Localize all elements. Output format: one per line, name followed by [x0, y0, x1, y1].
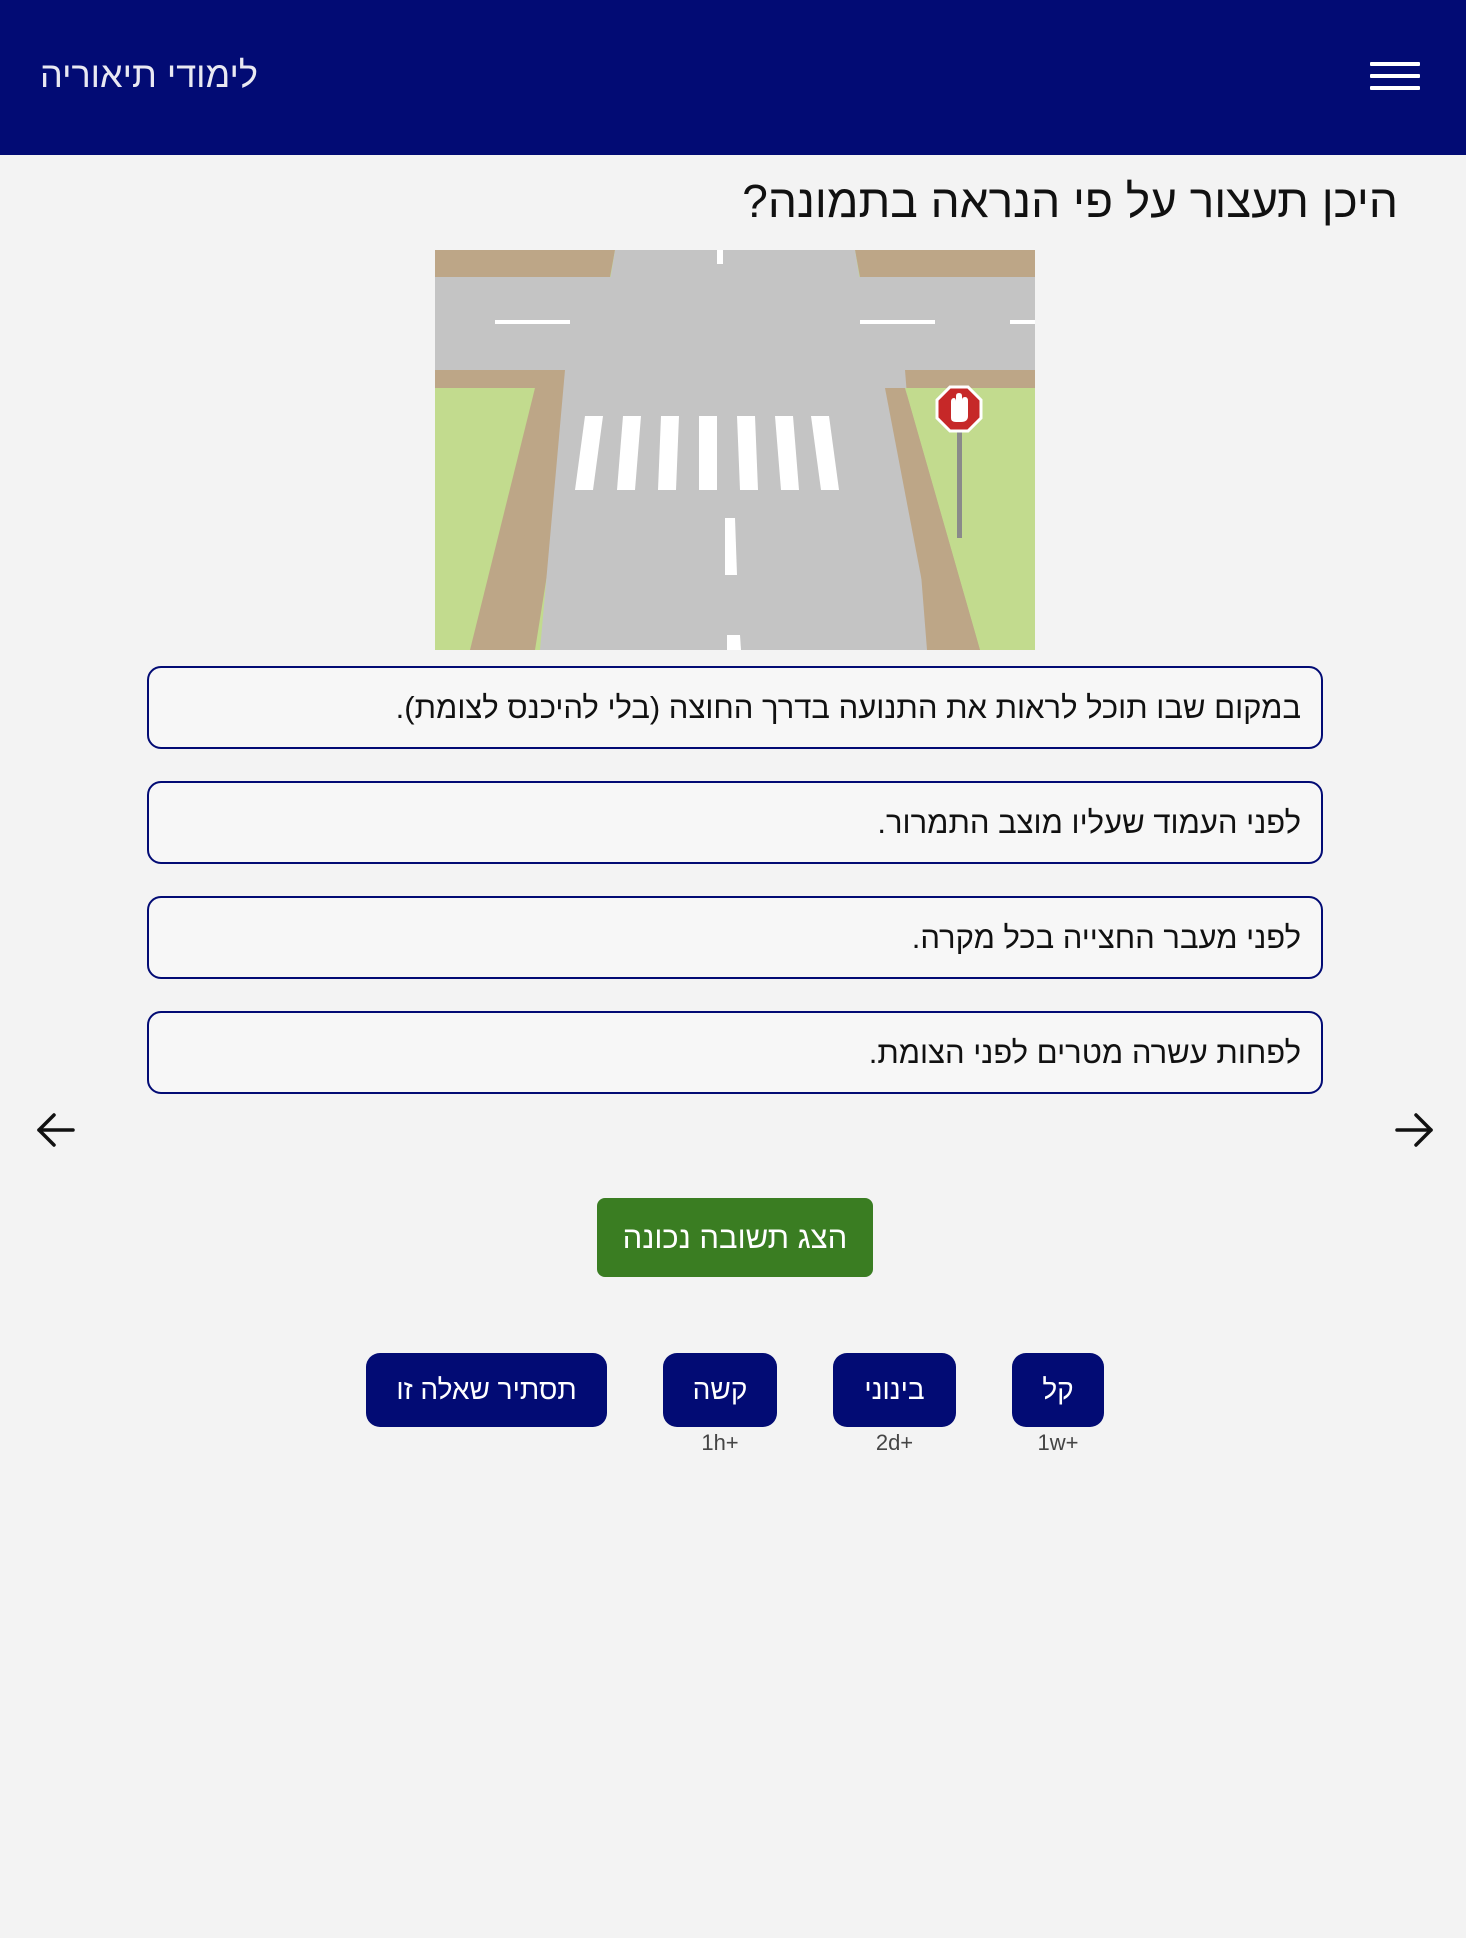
app-title: לימודי תיאוריה [40, 54, 258, 95]
difficulty-hard-interval: 1h+ [701, 1430, 739, 1455]
answers-list: במקום שבו תוכל לראות את התנועה בדרך החוצ… [147, 666, 1323, 1126]
arrow-left-icon[interactable] [36, 1110, 76, 1150]
difficulty-medium-button[interactable]: בינוני [833, 1353, 956, 1427]
difficulty-easy-button[interactable]: קל [1012, 1353, 1104, 1427]
question-text: היכן תעצור על פי הנראה בתמונה? [742, 175, 1398, 227]
lane-dash [717, 250, 723, 264]
road-top [610, 250, 860, 280]
app-header: לימודי תיאוריה [0, 0, 1466, 155]
show-correct-answer-button[interactable]: הצג תשובה נכונה [597, 1198, 873, 1277]
answer-option-3[interactable]: לפני מעבר החצייה בכל מקרה. [147, 896, 1323, 979]
lane-dash [1010, 320, 1035, 324]
arrow-right-icon[interactable] [1394, 1110, 1434, 1150]
center-dash [727, 635, 741, 650]
answer-option-1[interactable]: במקום שבו תוכל לראות את התנועה בדרך החוצ… [147, 666, 1323, 749]
difficulty-medium-interval: 2d+ [875, 1430, 914, 1455]
difficulty-hard-button[interactable]: קשה [663, 1353, 777, 1427]
center-dash [725, 518, 737, 575]
lane-dash [860, 320, 935, 324]
main-road [540, 370, 927, 650]
answer-option-2[interactable]: לפני העמוד שעליו מוצב התמרור. [147, 781, 1323, 864]
sidewalk-top-left [435, 250, 615, 277]
sidewalk-top-right [855, 250, 1035, 277]
lane-dash [495, 320, 570, 324]
stop-sign-icon [935, 385, 983, 433]
hamburger-menu-icon[interactable] [1370, 58, 1422, 94]
difficulty-easy-interval: 1w+ [1037, 1430, 1079, 1455]
question-image [435, 250, 1035, 650]
hide-question-button[interactable]: תסתיר שאלה זו [366, 1353, 607, 1427]
answer-option-4[interactable]: לפחות עשרה מטרים לפני הצומת. [147, 1011, 1323, 1094]
